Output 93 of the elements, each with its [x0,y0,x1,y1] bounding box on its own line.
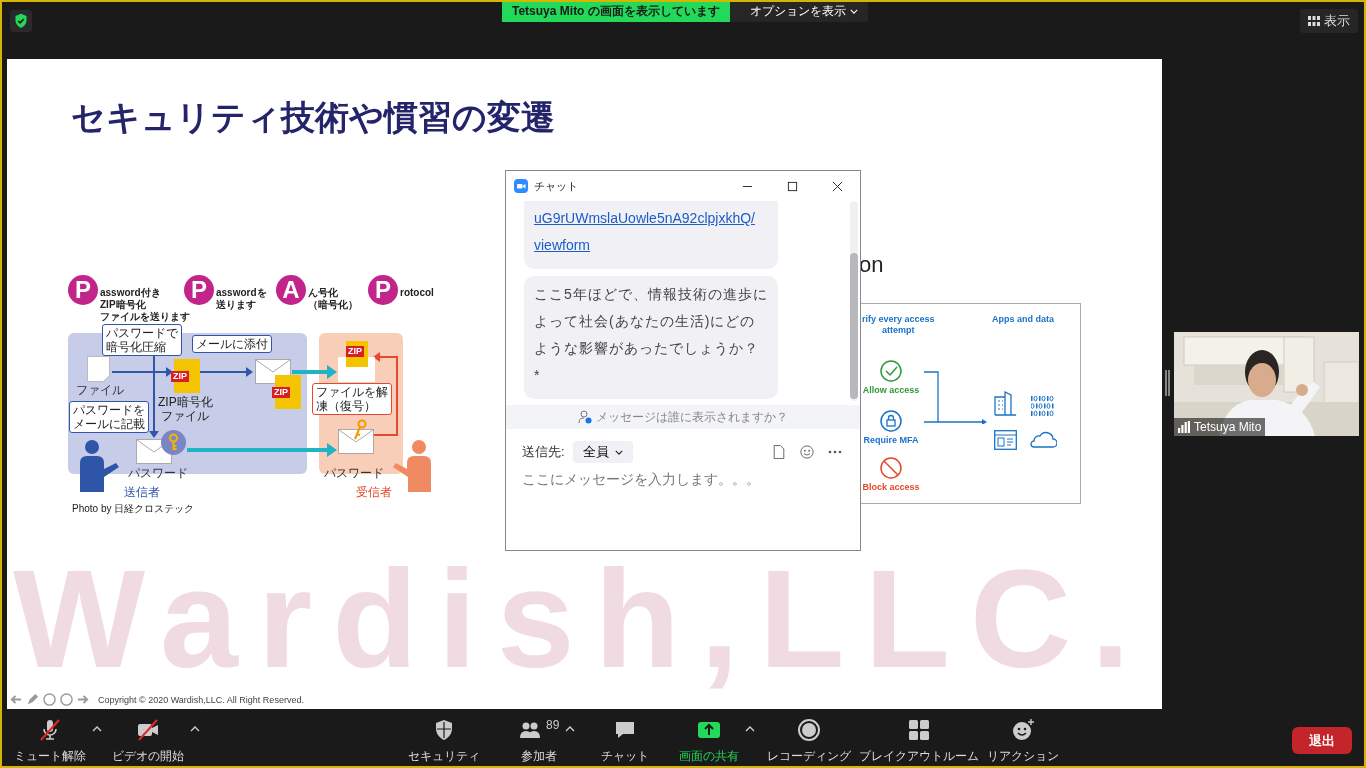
arrow [198,367,254,377]
block-icon [880,457,902,479]
pen-icon[interactable] [26,693,39,706]
building-icon [994,390,1017,416]
callout-text: 暗号化圧縮 [106,340,167,354]
letter-circle: P [368,275,398,305]
grid-icon [1308,16,1320,26]
password-label: パスワード [128,466,188,480]
participant-name: Tetsuya Mito [1194,420,1262,434]
person-icon [578,410,592,424]
toolbar-button[interactable]: リアクション [983,718,1064,765]
caret-icon[interactable] [92,726,102,732]
window-title: チャット [534,178,579,194]
column-heading: Apps and data [992,314,1054,325]
zip-tag: ZIP [272,386,290,398]
heading-text: 送ります [216,299,257,311]
zip-tag: ZIP [346,346,364,357]
heading-text: rotocol [400,287,434,299]
circle-icon[interactable] [43,693,56,706]
toolbar-button[interactable]: ミュート解除 [10,718,90,765]
envelope-with-key-icon [338,419,374,454]
security-shield-icon[interactable] [10,10,32,32]
caret-icon [614,449,623,455]
options-button[interactable]: オプションを表示 [729,2,868,22]
toolbar-button[interactable]: ビデオの開始 [108,718,188,765]
next-arrow-icon[interactable] [77,693,90,706]
receiver-label: 受信者 [356,485,392,499]
callout-text: 凍（復号） [316,399,377,413]
person-icon [393,439,433,492]
more-icon[interactable] [828,450,842,454]
zip-tag: ZIP [171,370,189,382]
connector-arrow [924,370,988,424]
zip-file-label: ZIP暗号化 [158,395,213,409]
callout-text: メールに記載 [73,417,145,431]
callout-text: パスワードを [73,403,145,417]
letter-circle: P [68,275,98,305]
browser-window-icon [994,430,1017,450]
sender-label: 送信者 [124,485,160,499]
callout-text: メールに添付 [196,337,268,351]
scrollbar-thumb[interactable] [850,253,858,399]
heading-text: asswordを [216,287,267,299]
toolbar-button[interactable]: セキュリティ [404,718,484,765]
column-heading: attempt [882,325,915,336]
letter-circle: A [276,275,306,305]
lock-circle-icon [880,410,902,432]
signal-icon [1178,421,1190,433]
callout-text: パスワードで [106,326,178,340]
circle-icon[interactable] [60,693,73,706]
heading-text: （暗号化） [308,299,358,311]
caret-icon[interactable] [565,726,576,732]
arrow [292,365,338,379]
file-icon[interactable] [772,445,786,459]
message-text: ここ5年ほどで、情報技術の進歩によって社会(あなたの生活)にどのような影響があったでしょうか？ * [534,285,768,385]
heading-text: ん号化 [308,287,339,299]
close-icon[interactable] [832,180,843,192]
callout-text: ファイルを解 [316,385,388,399]
recipient-label: 送信先: [522,443,565,461]
resize-handle[interactable] [1165,370,1170,396]
heading-text: assword付き [100,287,162,299]
toolbar-button[interactable]: チャット [597,718,654,765]
leave-button[interactable]: 退出 [1292,727,1352,754]
toolbar-button[interactable]: 89 参加者 [514,718,564,765]
toolbar-button[interactable]: 画面の共有 [675,718,744,765]
zip-file-label: ファイル [161,409,210,423]
photo-credit: Photo by 日経クロステック [72,502,195,516]
copyright-text: Copyright © 2020 Wardish,LLC. All Right Reserved. [98,694,304,705]
sharing-banner: Tetsuya Mito の画面を表示しています [502,2,730,22]
cloud-icon [1029,431,1057,448]
outcome-label: Allow access [862,385,920,395]
camera-icon [514,179,528,193]
toolbar-button[interactable]: ブレイクアウトルーム [855,718,984,765]
password-label: パスワード [324,466,384,480]
binary-data-icon [1031,396,1055,416]
previous-arrow-icon[interactable] [9,693,22,706]
file-label: ファイル [76,383,124,397]
slide-title: セキュリティ技術や慣習の変遷 [71,97,555,138]
toolbar-button[interactable]: レコーディング [763,718,856,765]
message-link[interactable]: uG9rUWmslaUowle5nA92clpjxkhQ/ viewform [534,205,768,259]
caret-icon[interactable] [190,726,200,732]
heading-text: ファイルを送ります [100,311,190,323]
maximize-icon[interactable] [787,180,798,192]
heading-text: ZIP暗号化 [100,299,147,311]
outcome-label: Block access [862,482,920,492]
view-button[interactable]: 表示 [1300,9,1358,33]
caret-icon [849,8,858,14]
outcome-label: Require MFA [863,435,919,445]
check-circle-icon [880,360,902,382]
column-heading: rify every access [862,314,935,325]
emoji-icon[interactable] [800,445,814,459]
recipient-dropdown[interactable]: 全員 [572,441,633,463]
key-icon [161,430,186,455]
caret-icon[interactable] [745,726,756,732]
letter-circle: P [184,275,214,305]
